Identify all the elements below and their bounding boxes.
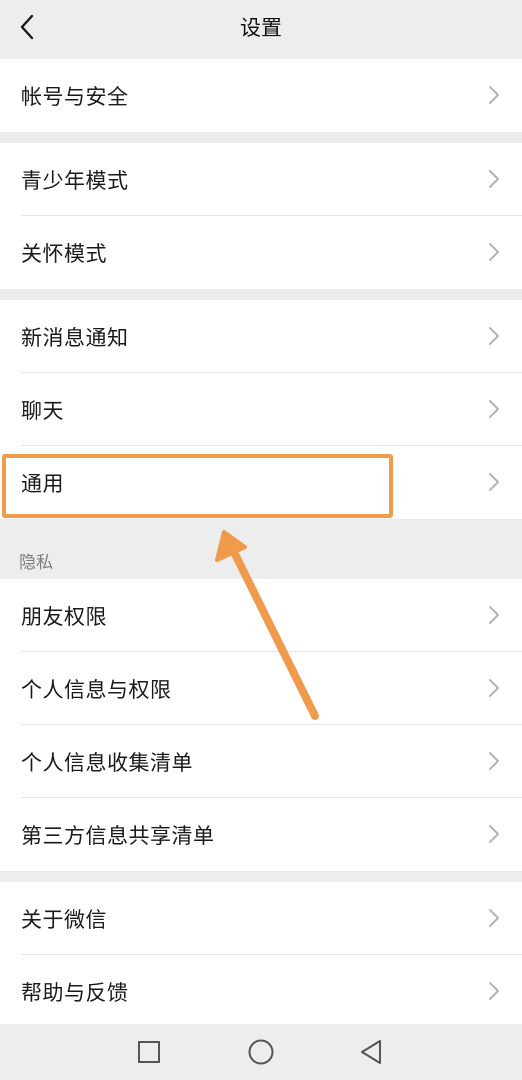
settings-item-general[interactable]: 通用: [0, 446, 522, 519]
settings-item-label: 第三方信息共享清单: [21, 823, 215, 848]
triangle-back-icon: [361, 1040, 381, 1064]
settings-item-label: 个人信息收集清单: [21, 750, 193, 775]
settings-item-personal-info-collection[interactable]: 个人信息收集清单: [0, 725, 522, 798]
settings-item-personal-info-permissions[interactable]: 个人信息与权限: [0, 652, 522, 725]
chevron-right-icon: [489, 170, 499, 188]
settings-item-friend-permissions[interactable]: 朋友权限: [0, 579, 522, 652]
settings-item-label: 帐号与安全: [21, 84, 129, 109]
page-title: 设置: [240, 16, 282, 40]
section-label-privacy: 隐私: [19, 553, 53, 573]
chevron-right-icon: [489, 327, 499, 345]
circle-icon: [248, 1039, 274, 1065]
settings-item-care-mode[interactable]: 关怀模式: [0, 216, 522, 289]
home-button[interactable]: [243, 1034, 279, 1070]
top-bar: 设置: [0, 0, 522, 57]
recent-apps-button[interactable]: [131, 1034, 167, 1070]
chevron-right-icon: [489, 909, 499, 927]
settings-group-general: 新消息通知 聊天 通用: [0, 300, 522, 519]
settings-item-youth-mode[interactable]: 青少年模式: [0, 143, 522, 216]
settings-item-label: 通用: [21, 471, 64, 496]
settings-item-label: 个人信息与权限: [21, 677, 172, 702]
settings-item-help-feedback[interactable]: 帮助与反馈: [0, 955, 522, 1028]
settings-item-third-party-sharing[interactable]: 第三方信息共享清单: [0, 798, 522, 871]
back-nav-button[interactable]: [353, 1034, 389, 1070]
settings-item-notifications[interactable]: 新消息通知: [0, 300, 522, 373]
settings-item-label: 帮助与反馈: [21, 980, 129, 1005]
chevron-right-icon: [489, 982, 499, 1000]
chevron-right-icon: [489, 606, 499, 624]
settings-group-modes: 青少年模式 关怀模式: [0, 143, 522, 289]
settings-group-privacy: 朋友权限 个人信息与权限 个人信息收集清单 第三方信息共享清单: [0, 579, 522, 871]
settings-item-label: 关于微信: [21, 907, 107, 932]
settings-item-about-wechat[interactable]: 关于微信: [0, 882, 522, 955]
chevron-right-icon: [489, 679, 499, 697]
settings-item-account-security[interactable]: 帐号与安全: [0, 59, 522, 132]
chevron-right-icon: [489, 752, 499, 770]
chevron-right-icon: [489, 243, 499, 261]
settings-item-chat[interactable]: 聊天: [0, 373, 522, 446]
chevron-right-icon: [489, 473, 499, 491]
chevron-right-icon: [489, 400, 499, 418]
settings-item-label: 关怀模式: [21, 241, 107, 266]
square-icon: [138, 1041, 160, 1063]
settings-group-about: 关于微信 帮助与反馈: [0, 882, 522, 1028]
chevron-right-icon: [489, 86, 499, 104]
settings-item-label: 新消息通知: [21, 325, 129, 350]
settings-item-label: 青少年模式: [21, 168, 129, 193]
system-nav-bar: [0, 1024, 522, 1080]
settings-group-account: 帐号与安全: [0, 59, 522, 132]
settings-item-label: 朋友权限: [21, 604, 107, 629]
chevron-right-icon: [489, 825, 499, 843]
settings-item-label: 聊天: [21, 398, 64, 423]
